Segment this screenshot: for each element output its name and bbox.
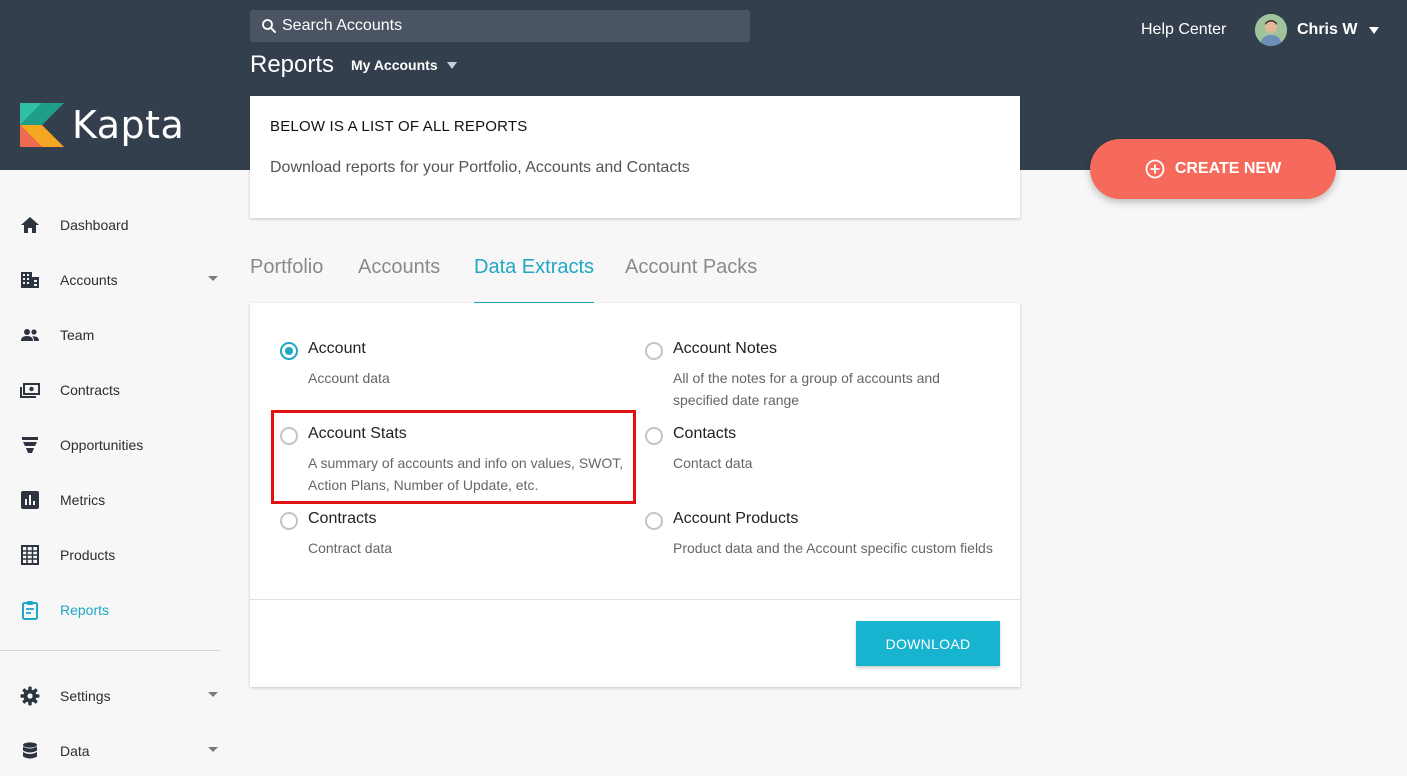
help-center-link[interactable]: Help Center	[1141, 21, 1226, 39]
sidebar-item-products[interactable]: Products	[0, 535, 220, 575]
sidebar-item-settings[interactable]: Settings	[0, 676, 220, 716]
create-new-label: CREATE NEW	[1174, 160, 1282, 177]
bar-chart-icon	[21, 491, 39, 509]
sidebar-divider	[0, 650, 220, 651]
option-description: Product data and the Account specific cu…	[673, 540, 993, 556]
tab-data-extracts[interactable]: Data Extracts	[474, 256, 595, 306]
sidebar-item-label: Data	[60, 743, 90, 759]
option-description: All of the notes for a group of accounts…	[673, 370, 940, 408]
chevron-down-icon	[446, 61, 457, 69]
sidebar-item-label: Contracts	[60, 382, 120, 398]
radio-button[interactable]	[645, 427, 663, 445]
sidebar-item-label: Metrics	[60, 492, 106, 508]
chevron-down-icon	[1369, 26, 1380, 34]
option-title: Account Notes	[673, 340, 778, 357]
money-icon	[20, 383, 40, 398]
tab-account-packs[interactable]: Account Packs	[625, 256, 757, 306]
database-icon	[23, 742, 37, 759]
option-description: Contract data	[308, 540, 393, 556]
funnel-icon	[22, 437, 38, 453]
option-title: Account	[308, 340, 366, 357]
sidebar-item-contracts[interactable]: Contracts	[0, 370, 220, 410]
sidebar: Dashboard Accounts Team Contracts Opport…	[0, 170, 220, 776]
sidebar-item-opportunities[interactable]: Opportunities	[0, 425, 220, 465]
search-icon	[262, 19, 276, 33]
radio-button[interactable]	[280, 342, 298, 360]
brand-logo[interactable]: Kapta	[20, 103, 184, 147]
chevron-down-icon	[208, 276, 218, 281]
sidebar-item-label: Products	[60, 547, 116, 563]
avatar	[1255, 14, 1287, 46]
chevron-down-icon	[208, 692, 218, 697]
kapta-logo-icon	[20, 103, 64, 147]
search-bar[interactable]: Search Accounts	[250, 10, 750, 42]
tab-accounts[interactable]: Accounts	[358, 256, 440, 306]
plus-circle-icon	[1145, 159, 1165, 179]
grid-icon	[21, 545, 39, 565]
building-icon	[21, 272, 39, 288]
option-description: Contact data	[673, 455, 753, 471]
tab-label: Data Extracts	[474, 256, 595, 278]
radio-button[interactable]	[280, 512, 298, 530]
sidebar-item-team[interactable]: Team	[0, 315, 220, 355]
sidebar-item-label: Team	[60, 327, 95, 343]
panel-divider	[250, 599, 1020, 600]
radio-button[interactable]	[645, 512, 663, 530]
people-icon	[21, 329, 39, 341]
sidebar-item-reports[interactable]: Reports	[0, 590, 220, 630]
sidebar-item-label: Accounts	[60, 272, 118, 288]
user-menu[interactable]: Chris W	[1255, 14, 1380, 46]
option-title: Contracts	[308, 510, 377, 527]
sidebar-item-data[interactable]: Data	[0, 731, 220, 771]
option-title: Account Products	[673, 510, 799, 527]
search-input[interactable]: Search Accounts	[282, 17, 402, 35]
user-name: Chris W	[1297, 21, 1358, 38]
chevron-down-icon	[208, 747, 218, 752]
sidebar-item-label: Settings	[60, 688, 111, 704]
gear-icon	[20, 686, 40, 706]
account-scope-dropdown[interactable]: My Accounts	[351, 57, 457, 73]
home-icon	[21, 217, 39, 233]
option-description: Account data	[308, 370, 390, 386]
sidebar-item-label: Reports	[60, 602, 110, 618]
avatar-image	[1255, 14, 1287, 46]
create-new-button[interactable]: CREATE NEW	[1090, 139, 1336, 199]
info-heading: BELOW IS A LIST OF ALL REPORTS	[270, 118, 528, 135]
sidebar-item-dashboard[interactable]: Dashboard	[0, 205, 220, 245]
sidebar-item-metrics[interactable]: Metrics	[0, 480, 220, 520]
clipboard-icon	[22, 601, 38, 620]
sidebar-item-accounts[interactable]: Accounts	[0, 260, 220, 300]
page-title: Reports	[250, 51, 335, 78]
reports-info-card: BELOW IS A LIST OF ALL REPORTS Download …	[250, 96, 1020, 218]
tab-portfolio[interactable]: Portfolio	[250, 256, 323, 306]
brand-name: Kapta	[72, 103, 185, 147]
download-button[interactable]: DOWNLOAD	[856, 621, 1000, 666]
radio-button[interactable]	[645, 342, 663, 360]
info-description: Download reports for your Portfolio, Acc…	[270, 159, 690, 176]
sidebar-item-label: Opportunities	[60, 437, 144, 453]
highlight-box	[271, 410, 636, 504]
account-scope-label: My Accounts	[351, 57, 438, 73]
option-title: Contacts	[673, 425, 737, 442]
sidebar-item-label: Dashboard	[60, 217, 129, 233]
